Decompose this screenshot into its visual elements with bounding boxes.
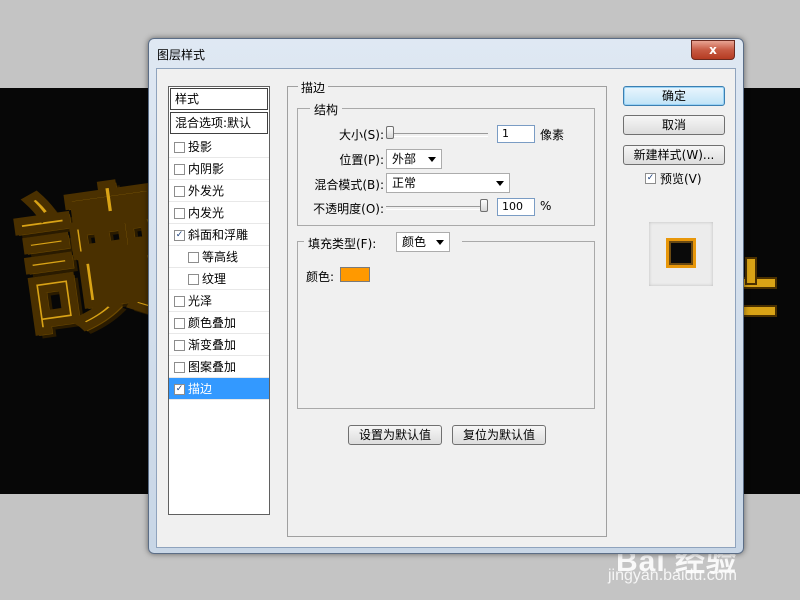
set-default-button[interactable]: 设置为默认值 xyxy=(348,425,442,445)
style-item[interactable]: ✓ 斜面和浮雕 xyxy=(169,224,269,246)
style-item-label: 光泽 xyxy=(188,294,213,308)
style-checkbox[interactable] xyxy=(174,340,185,351)
size-input[interactable]: 1 xyxy=(497,125,535,143)
style-items: 投影 内阴影 外发光 内发光 ✓ 斜面和浮雕 等高线 纹理 光泽 颜色叠加 渐变叠加 图案叠加 ✓ 描边 xyxy=(169,136,269,400)
blend-mode-label: 混合模式(B): xyxy=(314,178,384,192)
fill-type-dropdown[interactable]: 颜色 xyxy=(396,232,450,252)
fill-group: 填充类型(F): 颜色 颜色: xyxy=(297,231,595,409)
preview-thumbnail xyxy=(666,238,696,268)
style-checkbox[interactable] xyxy=(174,362,185,373)
style-item-label: 内阴影 xyxy=(188,162,225,176)
style-checkbox[interactable] xyxy=(188,252,199,263)
style-item[interactable]: 等高线 xyxy=(169,246,269,268)
style-item[interactable]: 图案叠加 xyxy=(169,356,269,378)
blend-options-item[interactable]: 混合选项:默认 xyxy=(170,112,268,134)
style-checkbox[interactable]: ✓ xyxy=(174,384,185,395)
size-slider-thumb[interactable] xyxy=(386,126,394,139)
cancel-button[interactable]: 取消 xyxy=(623,115,725,135)
style-item[interactable]: 纹理 xyxy=(169,268,269,290)
opacity-input[interactable]: 100 xyxy=(497,198,535,216)
fill-type-row: 填充类型(F): 颜色 xyxy=(304,231,462,253)
close-icon: x xyxy=(709,43,717,57)
style-item-label: 渐变叠加 xyxy=(188,338,237,352)
size-label: 大小(S): xyxy=(338,128,384,142)
close-button[interactable]: x xyxy=(691,40,735,60)
style-item-label: 颜色叠加 xyxy=(188,316,237,330)
preview-label: 预览(V) xyxy=(660,172,702,186)
style-item-label: 图案叠加 xyxy=(188,360,237,374)
preview-checkbox[interactable]: ✓ xyxy=(645,173,656,184)
opacity-unit: % xyxy=(540,199,552,213)
size-slider[interactable] xyxy=(386,133,488,137)
style-preview xyxy=(649,222,713,286)
title-bar[interactable]: 图层样式 x xyxy=(149,39,743,67)
position-value: 外部 xyxy=(392,152,417,166)
stroke-panel: 描边 结构 大小(S): 1 像素 位置(P): 外部 混合模式(B): 正常 xyxy=(287,79,607,537)
size-unit: 像素 xyxy=(540,128,565,142)
reset-default-button[interactable]: 复位为默认值 xyxy=(452,425,546,445)
dialog-client-area: 样式 混合选项:默认 投影 内阴影 外发光 内发光 ✓ 斜面和浮雕 等高线 纹理 光泽 颜色叠加渐… xyxy=(156,68,736,548)
style-item[interactable]: 内发光 xyxy=(169,202,269,224)
ok-button[interactable]: 确定 xyxy=(623,86,725,106)
style-item-label: 描边 xyxy=(188,382,213,396)
style-item[interactable]: 内阴影 xyxy=(169,158,269,180)
position-label: 位置(P): xyxy=(339,153,384,167)
style-checkbox[interactable] xyxy=(188,274,199,285)
style-checkbox[interactable] xyxy=(174,208,185,219)
opacity-slider[interactable] xyxy=(386,206,488,210)
style-checkbox[interactable]: ✓ xyxy=(174,230,185,241)
opacity-slider-thumb[interactable] xyxy=(480,199,488,212)
style-item[interactable]: ✓ 描边 xyxy=(169,378,269,400)
fill-type-label: 填充类型(F): xyxy=(308,237,377,251)
style-item-label: 投影 xyxy=(188,140,213,154)
style-item-label: 斜面和浮雕 xyxy=(188,228,249,242)
style-checkbox[interactable] xyxy=(174,186,185,197)
styles-list: 样式 混合选项:默认 投影 内阴影 外发光 内发光 ✓ 斜面和浮雕 等高线 纹理 光泽 颜色叠加渐… xyxy=(168,86,270,515)
style-item[interactable]: 颜色叠加 xyxy=(169,312,269,334)
dialog-title: 图层样式 xyxy=(157,48,206,62)
color-swatch[interactable] xyxy=(340,267,370,282)
structure-group: 结构 大小(S): 1 像素 位置(P): 外部 混合模式(B): 正常 不透明… xyxy=(297,101,595,226)
style-item-label: 纹理 xyxy=(202,272,227,286)
style-checkbox[interactable] xyxy=(174,142,185,153)
structure-group-title: 结构 xyxy=(310,101,343,118)
stroke-panel-title: 描边 xyxy=(298,79,329,96)
preview-checkbox-row[interactable]: ✓ 预览(V) xyxy=(643,169,733,187)
layer-style-dialog: 图层样式 x 样式 混合选项:默认 投影 内阴影 外发光 内发光 ✓ 斜面和浮雕 等高线 纹理… xyxy=(148,38,744,554)
fill-type-value: 颜色 xyxy=(402,235,427,249)
new-style-button[interactable]: 新建样式(W)... xyxy=(623,145,725,165)
chevron-down-icon xyxy=(436,240,444,245)
style-item-label: 内发光 xyxy=(188,206,225,220)
style-checkbox[interactable] xyxy=(174,318,185,329)
style-item[interactable]: 投影 xyxy=(169,136,269,158)
style-item[interactable]: 渐变叠加 xyxy=(169,334,269,356)
opacity-label: 不透明度(O): xyxy=(313,202,384,216)
style-item[interactable]: 光泽 xyxy=(169,290,269,312)
chevron-down-icon xyxy=(428,157,436,162)
watermark-url: jingyan.baidu.com xyxy=(608,567,737,584)
styles-header[interactable]: 样式 xyxy=(170,88,268,110)
color-label: 颜色: xyxy=(306,270,335,284)
style-item-label: 外发光 xyxy=(188,184,225,198)
style-checkbox[interactable] xyxy=(174,164,185,175)
chevron-down-icon xyxy=(496,181,504,186)
blend-mode-value: 正常 xyxy=(392,176,417,190)
blend-mode-dropdown[interactable]: 正常 xyxy=(386,173,510,193)
style-checkbox[interactable] xyxy=(174,296,185,307)
style-item[interactable]: 外发光 xyxy=(169,180,269,202)
style-item-label: 等高线 xyxy=(202,250,239,264)
position-dropdown[interactable]: 外部 xyxy=(386,149,442,169)
